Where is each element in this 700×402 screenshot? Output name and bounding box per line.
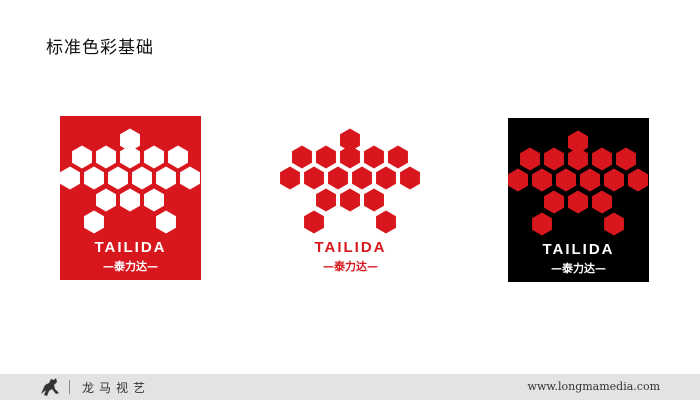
logo-graphic: TAILIDA —泰力达—: [280, 116, 421, 280]
footer-website-url[interactable]: www.longmamedia.com: [528, 380, 660, 393]
footer-brand-name: 龙马视艺: [82, 381, 151, 395]
logo-wordmark: TAILIDA: [542, 241, 614, 258]
page-title: 标准色彩基础: [46, 38, 154, 58]
logo-card-white: TAILIDA —泰力达—: [280, 116, 421, 280]
footer-bar: 龙马视艺 www.longmamedia.com: [0, 374, 700, 400]
horse-logo-icon: [38, 376, 62, 402]
logo-graphic: TAILIDA —泰力达—: [60, 116, 201, 280]
logo-subtitle: —泰力达—: [323, 259, 378, 273]
logo-subtitle: —泰力达—: [103, 259, 158, 273]
footer-divider: [69, 380, 70, 394]
logo-wordmark: TAILIDA: [94, 239, 166, 256]
logo-card-black: TAILIDA —泰力达—: [508, 118, 649, 282]
logo-subtitle: —泰力达—: [551, 261, 606, 275]
logo-wordmark: TAILIDA: [314, 239, 386, 256]
logo-graphic: TAILIDA —泰力达—: [508, 118, 649, 282]
logo-card-red: TAILIDA —泰力达—: [60, 116, 201, 280]
